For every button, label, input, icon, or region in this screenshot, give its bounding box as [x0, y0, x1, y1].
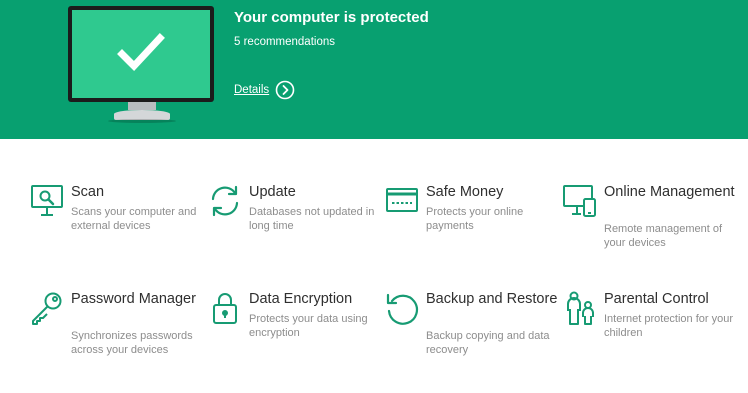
checkmark-icon: [117, 33, 165, 72]
status-banner: Your computer is protected 5 recommendat…: [0, 0, 748, 139]
credit-card-icon: [386, 188, 418, 212]
recommendations-link[interactable]: 5 recommendations: [234, 36, 335, 48]
tile-description: Databases not updated in long time: [249, 206, 375, 232]
monitor-stand: [128, 102, 156, 110]
tile-description: Protects your data using encryption: [249, 313, 368, 339]
tile-title: Safe Money: [426, 184, 504, 200]
update-arrows-icon: [211, 185, 239, 217]
tile-description: Synchronizes passwords across your devic…: [71, 330, 193, 356]
lock-icon: [213, 293, 237, 324]
tile-description: Remote management of your devices: [604, 223, 723, 249]
family-icon: [567, 291, 594, 325]
tile-title: Data Encryption: [249, 291, 353, 307]
tile-title: Online Management: [604, 184, 735, 200]
details-label: Details: [234, 84, 270, 96]
tile-title: Update: [249, 184, 296, 200]
backup-arrow-icon: [386, 293, 419, 325]
tile-description: Internet protection for your children: [604, 313, 734, 339]
status-title: Your computer is protected: [234, 9, 429, 26]
tile-description: Protects your online payments: [426, 206, 524, 232]
tile-title: Password Manager: [71, 291, 196, 307]
monitor-shadow: [108, 119, 176, 123]
key-icon: [32, 292, 62, 325]
devices-icon: [563, 185, 596, 217]
tile-title: Scan: [71, 184, 105, 200]
tile-title: Parental Control: [604, 291, 709, 307]
tile-title: Backup and Restore: [426, 291, 558, 307]
details-button[interactable]: Details: [234, 80, 295, 100]
protected-monitor-illustration: [68, 6, 214, 102]
tile-description: Scans your computer and external devices: [71, 206, 197, 232]
tile-description: Backup copying and data recovery: [426, 330, 550, 356]
chevron-right-circle-icon: [275, 80, 295, 100]
scan-monitor-icon: [31, 185, 63, 216]
